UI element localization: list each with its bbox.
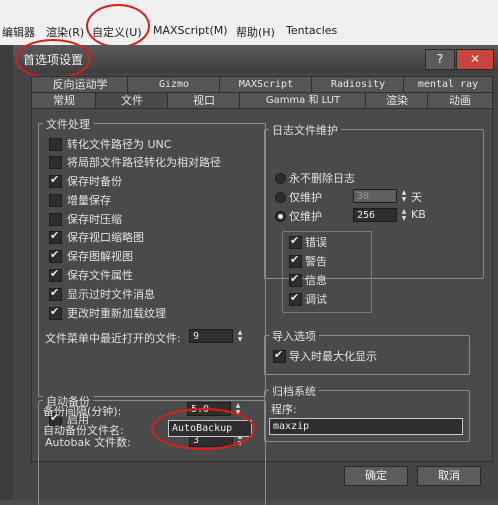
archive-group: 归档系统 程序: maxzip [264,383,470,442]
label-keep-days: 仅维护 [289,191,322,204]
label-recent-files: 文件菜单中最近打开的文件: [45,332,181,345]
annotation-circle-autobackup [151,408,255,450]
checkbox-unc[interactable] [49,138,62,151]
app-menubar: 编辑器 渲染(R) 自定义(U) MAXScript(M) 帮助(H) Tent… [0,0,498,45]
recent-files-spinner[interactable]: 9 [189,329,233,343]
import-options-group: 导入选项 导入时最大化显示 [264,328,470,375]
radio-keep-days[interactable] [275,192,286,203]
label-compress-on-save: 保存时压缩 [67,213,122,226]
label-log-debug: 调试 [305,293,327,306]
checkbox-save-properties[interactable] [49,267,62,282]
file-handling-group: 文件处理 转化文件路径为 UNC 将局部文件路径转化为相对路径 保存时备份 增量… [38,116,266,397]
tab-radiosity[interactable]: Radiosity [311,76,405,92]
label-relative-path: 将局部文件路径转化为相对路径 [67,156,221,169]
tab-maxscript[interactable]: MAXScript [219,76,313,92]
cancel-button[interactable]: 取消 [417,466,481,486]
checkbox-log-info[interactable] [289,272,302,287]
tab-animation[interactable]: 动画 [427,92,493,108]
checkbox-import-maximize[interactable] [273,348,286,363]
annotation-circle-title [15,39,91,79]
tab-mental-ray[interactable]: mental ray [403,76,493,92]
checkbox-reload-textures[interactable] [49,305,62,320]
label-size-unit: KB [411,208,426,221]
tab-ik[interactable]: 反向运动学 [31,76,129,92]
tab-files[interactable]: 文件 [95,92,169,108]
checkbox-backup-on-save[interactable] [49,173,62,188]
menu-help[interactable]: 帮助(H) [236,24,275,40]
label-log-info: 信息 [305,274,327,287]
keep-size-arrows-icon[interactable]: ▲ ▼ [400,208,408,222]
label-days-unit: 天 [411,191,422,204]
tab-gamma-lut[interactable]: Gamma 和 LUT [239,92,367,108]
log-maintenance-title: 日志文件维护 [269,122,341,138]
label-save-schematic: 保存图解视图 [67,250,133,263]
label-import-maximize: 导入时最大化显示 [289,350,377,363]
keep-size-spinner[interactable]: 256 [353,208,397,222]
label-old-file-msg: 显示过时文件消息 [67,288,155,301]
checkbox-log-error[interactable] [289,234,302,249]
log-levels-box: 错误 警告 信息 调试 [282,231,372,313]
import-options-title: 导入选项 [269,328,319,344]
label-unc: 转化文件路径为 UNC [67,138,172,151]
label-archive-program: 程序: [271,403,297,416]
checkbox-save-thumbnail[interactable] [49,229,62,244]
app-left-strip [0,45,13,500]
label-never-delete: 永不删除日志 [289,172,355,185]
menu-maxscript[interactable]: MAXScript(M) [153,24,228,37]
archive-program-input[interactable]: maxzip [269,418,463,435]
radio-keep-size[interactable] [275,211,286,222]
tab-general[interactable]: 常规 [31,92,97,108]
menu-rendering[interactable]: 渲染(R) [46,24,84,40]
tab-row-2: 常规 文件 视口 Gamma 和 LUT 渲染 动画 [31,92,493,108]
menu-editors[interactable]: 编辑器 [2,24,35,40]
preferences-dialog: 首选项设置 ? ✕ 反向运动学 Gizmo MAXScript Radiosit… [13,39,498,505]
file-handling-title: 文件处理 [43,116,93,132]
radio-never-delete[interactable] [275,173,286,184]
annotation-circle-customize [86,4,150,48]
label-keep-size: 仅维护 [289,210,322,223]
tab-gizmo[interactable]: Gizmo [127,76,221,92]
tab-row-1: 反向运动学 Gizmo MAXScript Radiosity mental r… [31,76,493,92]
recent-files-arrows-icon[interactable]: ▲ ▼ [236,329,244,343]
checkbox-relative-path[interactable] [49,156,62,169]
label-save-thumbnail: 保存视口缩略图 [67,231,144,244]
label-reload-textures: 更改时重新加载纹理 [67,307,166,320]
keep-days-spinner[interactable]: 30 [353,189,397,203]
menu-tentacles[interactable]: Tentacles [286,24,337,37]
label-backup-interval: 备份间隔(分钟): [43,405,122,418]
archive-title: 归档系统 [269,383,319,399]
ok-button[interactable]: 确定 [344,466,408,486]
checkbox-increment-save[interactable] [49,194,62,207]
keep-days-arrows-icon[interactable]: ▲ ▼ [400,189,408,203]
checkbox-old-file-msg[interactable] [49,286,62,301]
checkbox-compress-on-save[interactable] [49,213,62,226]
tab-viewports[interactable]: 视口 [167,92,241,108]
close-button[interactable]: ✕ [456,49,494,70]
tab-rendering[interactable]: 渲染 [365,92,429,108]
help-button[interactable]: ? [425,49,455,70]
label-backup-filename: 自动备份文件名: [43,424,124,437]
checkbox-log-warning[interactable] [289,253,302,268]
label-log-error: 错误 [305,236,327,249]
label-log-warning: 警告 [305,255,327,268]
label-backup-on-save: 保存时备份 [67,175,122,188]
label-save-properties: 保存文件属性 [67,269,133,282]
label-increment-save: 增量保存 [67,194,111,207]
checkbox-save-schematic[interactable] [49,248,62,263]
checkbox-log-debug[interactable] [289,291,302,306]
